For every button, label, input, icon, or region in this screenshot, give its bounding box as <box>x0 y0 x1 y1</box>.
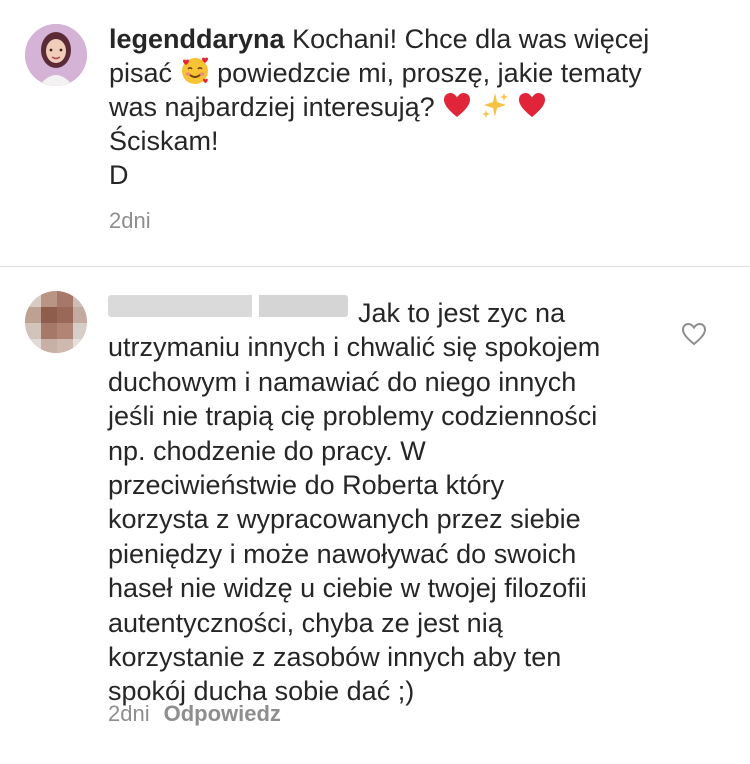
caption-timestamp[interactable]: 2dni <box>109 208 151 234</box>
caption-line-5: D <box>109 160 129 190</box>
commenter-avatar[interactable] <box>25 291 87 353</box>
caption-text-line-3: was najbardziej interesują? <box>109 92 435 122</box>
author-avatar-image <box>25 24 87 86</box>
heart-outline-icon[interactable] <box>680 320 708 348</box>
commenter-avatar-image <box>25 291 87 353</box>
smiling-face-with-hearts-icon <box>181 57 208 84</box>
red-heart-icon <box>444 93 471 117</box>
comment-meta: 2dni Odpowiedz <box>108 701 281 727</box>
caption-line-2: pisać powiedzcie mi, proszę, jakie temat… <box>109 56 709 90</box>
caption-line-1: legenddaryna Kochani! Chce dla was więce… <box>109 22 709 56</box>
divider <box>0 266 750 267</box>
reply-button[interactable]: Odpowiedz <box>164 701 281 726</box>
sparkles-icon <box>481 93 508 118</box>
caption-line-4: Ściskam! <box>109 126 219 156</box>
comment-text: Jak to jest zyc na utrzymaniu innych i c… <box>108 298 601 707</box>
caption-text-line-1: Kochani! Chce dla was więcej <box>292 24 650 54</box>
author-username[interactable]: legenddaryna <box>109 24 285 54</box>
author-avatar[interactable] <box>25 24 87 86</box>
red-heart-icon <box>519 93 546 117</box>
caption-text-line-2b: powiedzcie mi, proszę, jakie tematy <box>217 58 642 88</box>
caption-text-line-2a: pisać <box>109 58 173 88</box>
caption-block: legenddaryna Kochani! Chce dla was więce… <box>0 0 750 266</box>
caption-line-3: was najbardziej interesują? <box>109 90 709 124</box>
caption-text: legenddaryna Kochani! Chce dla was więce… <box>109 22 709 192</box>
comment-timestamp[interactable]: 2dni <box>108 701 150 726</box>
